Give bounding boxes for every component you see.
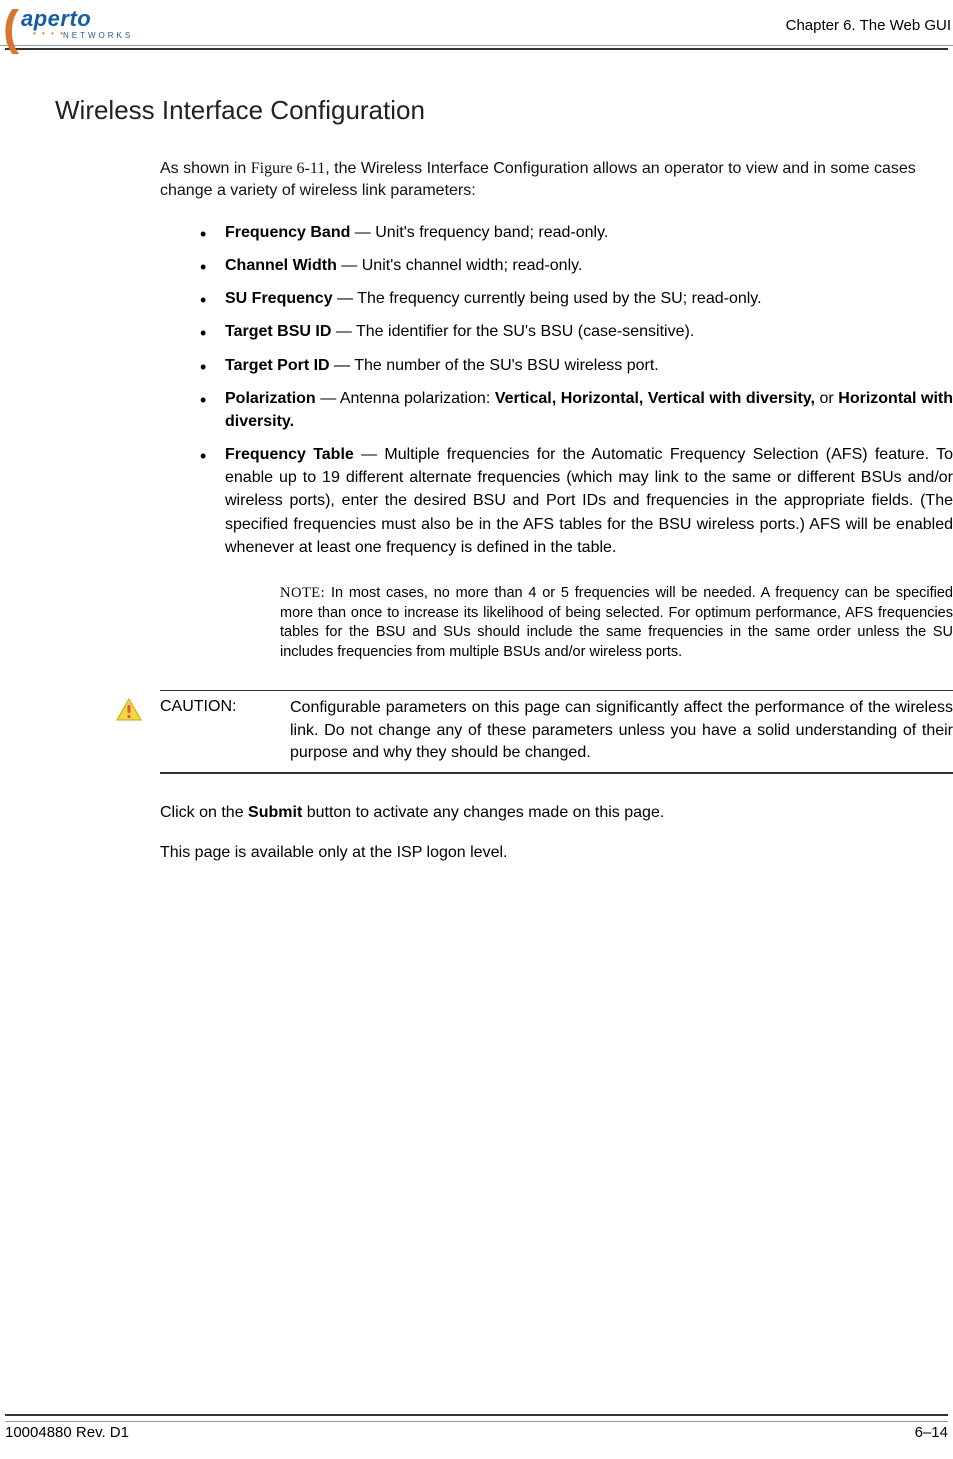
caution-block: CAUTION: Configurable parameters on this…	[160, 690, 953, 774]
param-name: Frequency Table	[225, 446, 354, 463]
param-name: Polarization	[225, 390, 316, 407]
chapter-label: Chapter 6.	[786, 17, 856, 34]
page-footer: 10004880 Rev. D1 6–14	[5, 1421, 948, 1441]
param-polarization: Polarization — Antenna polarization: Ver…	[200, 387, 953, 433]
param-su-frequency: SU Frequency — The frequency currently b…	[200, 287, 953, 310]
param-desc: — The identifier for the SU's BSU (case-…	[331, 323, 694, 340]
param-desc-pre: — Antenna polarization:	[316, 390, 495, 407]
param-desc: — The number of the SU's BSU wireless po…	[330, 357, 659, 374]
page-header: ( aperto • • • • NETWORKS Chapter 6. The…	[0, 0, 953, 46]
param-options: Vertical, Horizontal, Vertical with dive…	[495, 390, 815, 407]
param-channel-width: Channel Width — Unit's channel width; re…	[200, 254, 953, 277]
logo-decor-icon: • • • •	[33, 29, 65, 38]
param-name: Frequency Band	[225, 224, 350, 241]
logo-container: ( aperto • • • • NETWORKS	[5, 5, 115, 45]
logo-subbrand-text: NETWORKS	[63, 31, 133, 40]
submit-instruction: Click on the Submit button to activate a…	[160, 804, 953, 822]
aperto-logo: ( aperto • • • • NETWORKS	[5, 5, 115, 45]
intro-prefix: As shown in	[160, 160, 251, 177]
footer-rule	[5, 1414, 948, 1416]
submit-button-name: Submit	[248, 804, 302, 821]
param-target-port-id: Target Port ID — The number of the SU's …	[200, 354, 953, 377]
param-target-bsu-id: Target BSU ID — The identifier for the S…	[200, 320, 953, 343]
caution-text: Configurable parameters on this page can…	[290, 697, 953, 764]
note-prefix: NOTE:	[280, 585, 325, 601]
param-name: Channel Width	[225, 257, 337, 274]
submit-pre: Click on the	[160, 804, 248, 821]
availability-note: This page is available only at the ISP l…	[160, 844, 953, 862]
page-number: 6–14	[915, 1424, 948, 1441]
param-desc: — Unit's frequency band; read-only.	[350, 224, 608, 241]
chapter-title: The Web GUI	[860, 17, 951, 34]
param-frequency-band: Frequency Band — Unit's frequency band; …	[200, 221, 953, 244]
section-title: Wireless Interface Configuration	[55, 95, 953, 126]
param-desc: — The frequency currently being used by …	[333, 290, 762, 307]
param-frequency-table: Frequency Table — Multiple frequencies f…	[200, 443, 953, 559]
submit-post: button to activate any changes made on t…	[302, 804, 664, 821]
note-block: NOTE: In most cases, no more than 4 or 5…	[280, 584, 953, 662]
intro-paragraph: As shown in Figure 6-11, the Wireless In…	[160, 158, 953, 203]
param-name: Target BSU ID	[225, 323, 331, 340]
doc-id: 10004880 Rev. D1	[5, 1424, 129, 1441]
param-desc: — Unit's channel width; read-only.	[337, 257, 583, 274]
figure-reference-link[interactable]: Figure 6-11	[251, 160, 326, 177]
logo-paren-icon: (	[3, 1, 19, 56]
param-name: Target Port ID	[225, 357, 330, 374]
caution-label: CAUTION:	[160, 697, 290, 764]
caution-icon-wrap	[115, 697, 143, 727]
warning-triangle-icon	[115, 697, 143, 722]
chapter-breadcrumb: Chapter 6. The Web GUI	[786, 5, 953, 34]
parameter-list: Frequency Band — Unit's frequency band; …	[200, 221, 953, 559]
content-area: Wireless Interface Configuration As show…	[0, 50, 953, 862]
param-desc-mid: or	[815, 390, 838, 407]
param-name: SU Frequency	[225, 290, 333, 307]
note-text: In most cases, no more than 4 or 5 frequ…	[280, 585, 953, 660]
